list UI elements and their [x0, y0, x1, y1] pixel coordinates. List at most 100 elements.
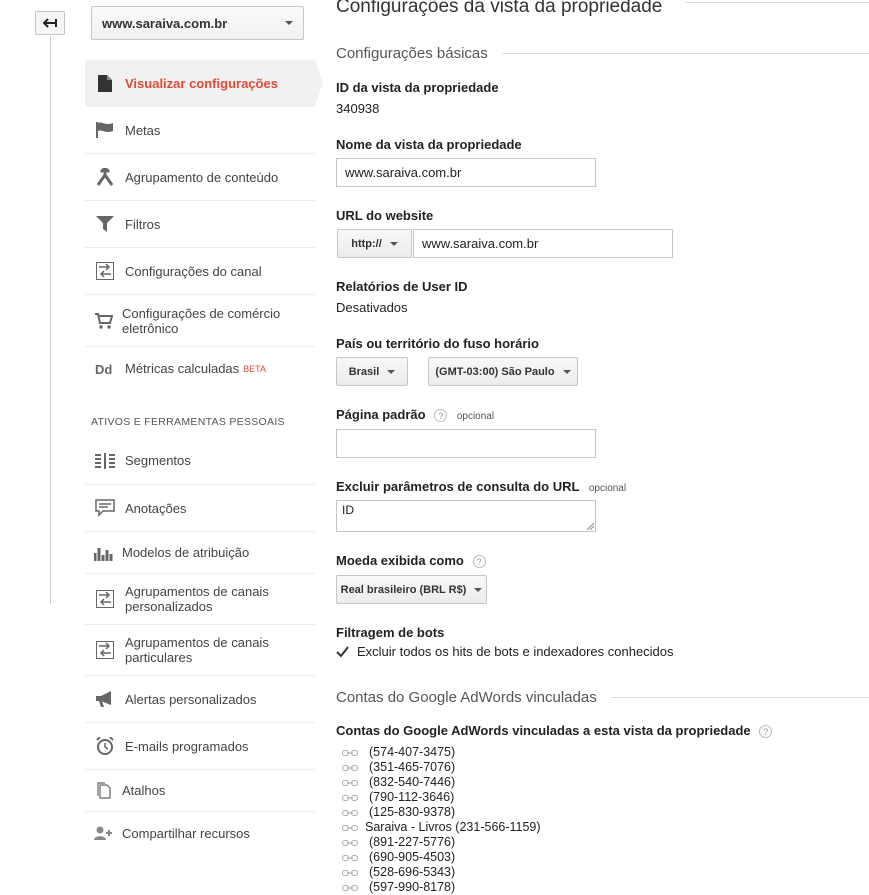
nav-label: Segmentos	[125, 453, 191, 468]
nav-custom-alerts[interactable]: Alertas personalizados	[85, 676, 315, 723]
nav-label: Filtros	[125, 216, 161, 232]
protocol-select[interactable]: http://	[337, 229, 412, 258]
nav-channel-settings[interactable]: Configurações do canal	[85, 248, 315, 295]
add-person-icon	[85, 826, 122, 840]
help-icon[interactable]: ?	[759, 725, 773, 739]
chevron-down-icon	[387, 369, 396, 374]
nav-content-grouping[interactable]: Agrupamento de conteúdo	[85, 154, 315, 201]
protocol-select-value: http://	[351, 237, 382, 250]
basic-settings-heading: Configurações básicas	[336, 45, 869, 62]
default-page-input[interactable]	[336, 429, 596, 458]
nav-share-assets[interactable]: Compartilhar recursos	[85, 812, 315, 854]
document-icon	[85, 75, 125, 92]
flag-icon	[85, 122, 125, 138]
nav-annotations[interactable]: Anotações	[85, 485, 315, 532]
channel-icon	[85, 262, 125, 280]
property-view-select[interactable]: www.saraiva.com.br	[91, 6, 304, 40]
back-arrow-icon	[43, 18, 57, 28]
nav-scheduled-emails[interactable]: E-mails programados	[85, 723, 315, 770]
filter-icon	[85, 216, 125, 232]
list-item: (690-905-4503)	[342, 850, 541, 865]
nav-label: Modelos de atribuição	[122, 545, 250, 560]
help-icon[interactable]: ?	[472, 555, 486, 569]
nav-filters[interactable]: Filtros	[85, 201, 315, 248]
nav-label: Anotações	[125, 500, 187, 516]
view-id-value: 340938	[336, 101, 380, 116]
link-icon	[342, 794, 360, 802]
nav-shortcuts[interactable]: Atalhos	[85, 770, 315, 812]
nav-label: Configurações do canal	[125, 263, 262, 279]
website-url-input[interactable]: www.saraiva.com.br	[413, 229, 673, 258]
currency-select[interactable]: Real brasileiro (BRL R$)	[336, 575, 487, 604]
view-name-label: Nome da vista da propriedade	[336, 137, 522, 152]
megaphone-icon	[85, 691, 125, 707]
exclude-params-textarea[interactable]: ID	[336, 500, 596, 532]
list-item: (832-540-7446)	[342, 775, 541, 790]
userid-reports-value: Desativados	[336, 300, 408, 315]
nav-goals[interactable]: Metas	[85, 107, 315, 154]
pages-icon	[85, 782, 122, 799]
list-item: (351-465-7076)	[342, 760, 541, 775]
link-icon	[342, 824, 360, 832]
adwords-linked-label: Contas do Google AdWords vinculadas a es…	[336, 723, 773, 739]
list-item: (528-696-5343)	[342, 865, 541, 880]
list-item: Saraiva - Livros (231-566-1159)	[342, 820, 541, 835]
website-url-input-value: www.saraiva.com.br	[422, 236, 539, 251]
default-page-label: Página padrão ? opcional	[336, 407, 495, 423]
adwords-heading-text: Contas do Google AdWords vinculadas	[336, 689, 597, 706]
nav-label: Metas	[125, 122, 161, 138]
panel-divider-line	[50, 36, 51, 604]
chevron-down-icon	[285, 21, 293, 25]
adwords-account: (528-696-5343)	[369, 865, 456, 879]
nav-custom-channel-groupings[interactable]: Agrupamentos de canais personalizados	[85, 574, 315, 625]
link-icon	[342, 869, 360, 877]
annotation-icon	[85, 499, 125, 517]
nav-private-channel-groupings[interactable]: Agrupamentos de canais particulares	[85, 625, 315, 676]
bot-filtering-row: Excluir todos os hits de bots e indexado…	[336, 644, 674, 659]
optional-tag: opcional	[456, 411, 495, 422]
adwords-account: (690-905-4503)	[369, 850, 456, 864]
nav-label: Agrupamentos de canais particulares	[125, 635, 269, 665]
nav-ecommerce-settings[interactable]: Configurações de comércio eletrônico	[85, 295, 315, 347]
optional-tag: opcional	[588, 483, 627, 494]
nav-segments[interactable]: Segmentos	[85, 437, 315, 485]
help-icon[interactable]: ?	[434, 409, 448, 423]
section-rule	[610, 697, 869, 698]
personal-tools-heading: ATIVOS E FERRAMENTAS PESSOAIS	[91, 416, 285, 428]
resize-handle-icon[interactable]	[586, 522, 594, 530]
view-id-label: ID da vista da propriedade	[336, 80, 499, 95]
bot-filtering-checkbox[interactable]	[336, 645, 349, 658]
adwords-account: (351-465-7076)	[369, 760, 456, 774]
channel-icon	[85, 641, 125, 659]
nav-label: Visualizar configurações	[125, 76, 278, 91]
merge-icon	[85, 168, 125, 186]
currency-label-text: Moeda exibida como	[336, 553, 464, 568]
back-button[interactable]	[35, 11, 65, 35]
userid-reports-label: Relatórios de User ID	[336, 279, 468, 294]
section-rule	[501, 53, 869, 54]
view-name-input[interactable]: www.saraiva.com.br	[336, 158, 596, 187]
timezone-country-label: País ou território do fuso horário	[336, 336, 539, 351]
adwords-account: Saraiva - Livros (231-566-1159)	[365, 820, 541, 834]
link-icon	[342, 764, 360, 772]
website-url-label: URL do website	[336, 208, 434, 223]
list-item: (790-112-3646)	[342, 790, 541, 805]
timezone-select[interactable]: (GMT-03:00) São Paulo	[428, 357, 578, 386]
page-title: Configurações da vista da propriedade	[336, 0, 663, 17]
nav-attribution-models[interactable]: Modelos de atribuição	[85, 532, 315, 574]
list-item: (125-830-9378)	[342, 805, 541, 820]
default-page-label-text: Página padrão	[336, 407, 426, 422]
nav-view-settings[interactable]: Visualizar configurações	[85, 60, 323, 107]
nav-label: E-mails programados	[125, 738, 249, 754]
segments-icon	[85, 452, 125, 469]
link-icon	[342, 839, 360, 847]
list-item: (574-407-3475)	[342, 745, 541, 760]
bar-chart-icon	[85, 545, 122, 561]
nav-calculated-metrics[interactable]: Dd Métricas calculadas BETA	[85, 347, 315, 390]
exclude-params-label: Excluir parâmetros de consulta do URL op…	[336, 479, 626, 494]
nav-label: Configurações de comércio eletrônico	[122, 305, 281, 336]
link-icon	[342, 809, 360, 817]
svg-text:Dd: Dd	[95, 363, 112, 375]
currency-label: Moeda exibida como ?	[336, 553, 486, 569]
country-select[interactable]: Brasil	[336, 357, 408, 386]
